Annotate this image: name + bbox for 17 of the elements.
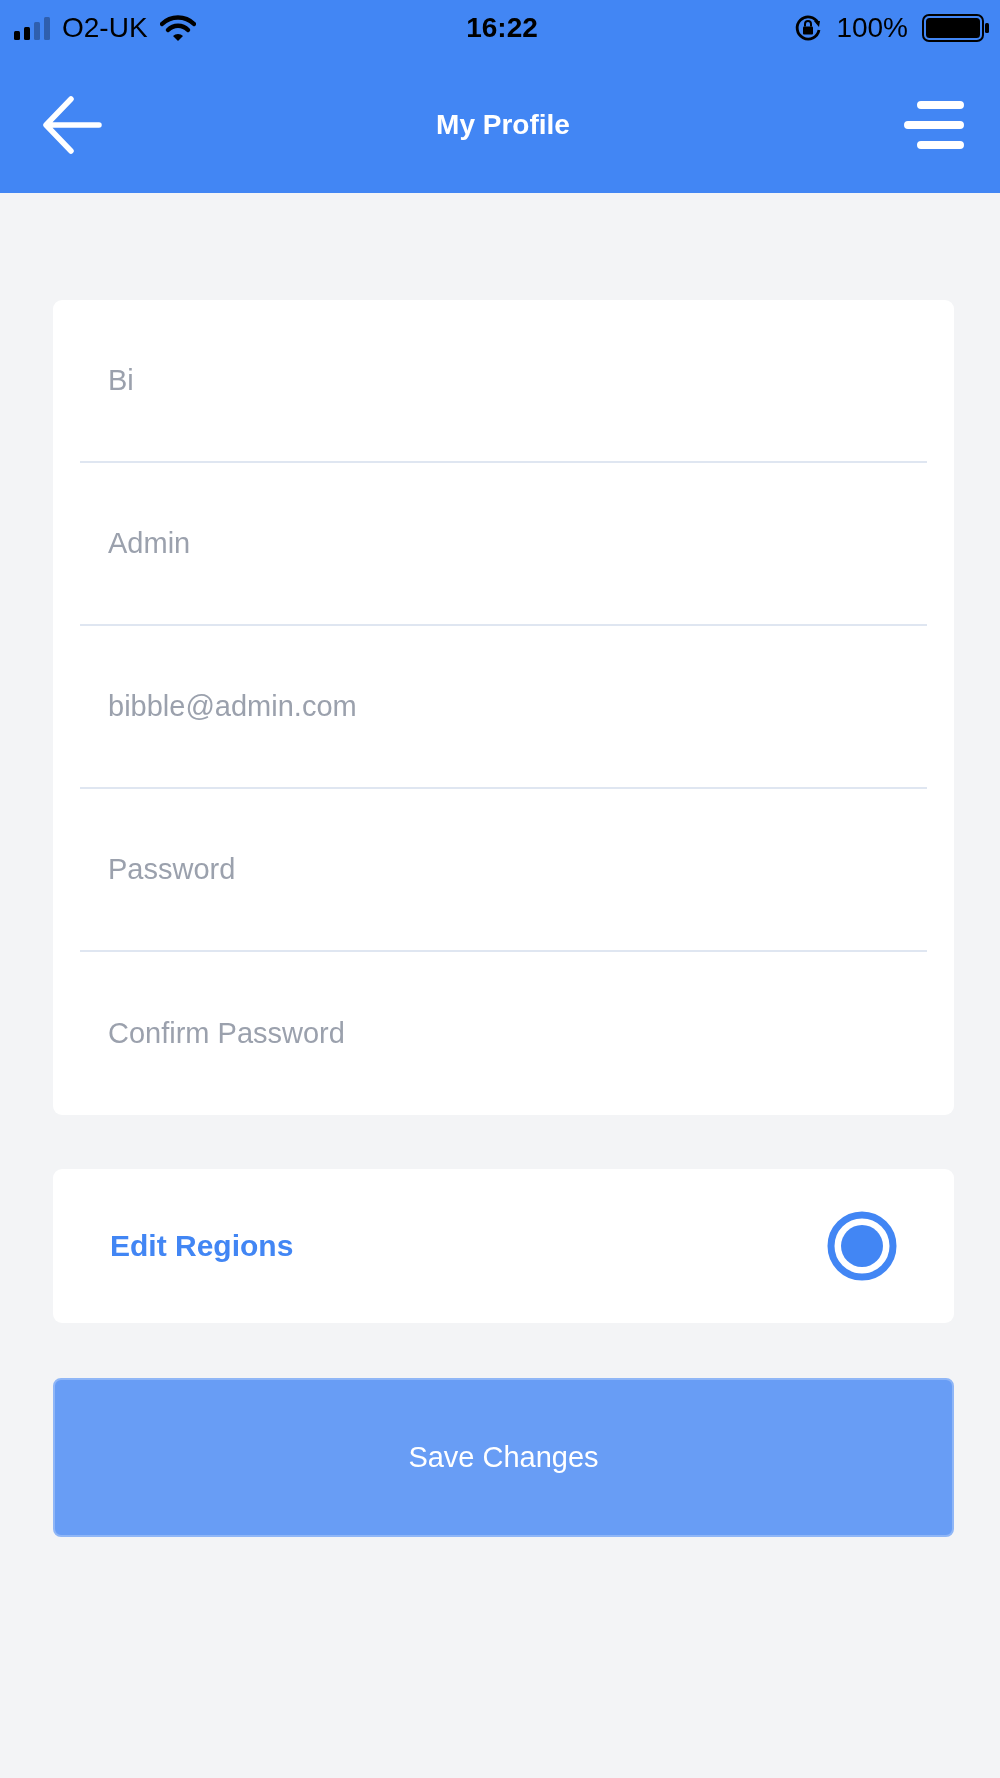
status-time: 16:22 — [466, 14, 538, 42]
edit-regions-label: Edit Regions — [110, 1229, 294, 1263]
wifi-icon — [159, 15, 196, 41]
input-field[interactable]: Confirm Password — [80, 952, 927, 1115]
input-field[interactable]: Admin — [80, 463, 927, 626]
carrier-name: O2-UK — [62, 14, 148, 42]
battery-percent: 100% — [836, 14, 908, 42]
page-title: My Profile — [436, 108, 570, 141]
menu-icon[interactable] — [904, 100, 964, 149]
rotation-lock-icon — [794, 14, 823, 42]
battery-icon — [922, 14, 990, 42]
input-field[interactable]: bibble@admin.com — [80, 626, 927, 789]
input-field[interactable]: Password — [80, 789, 927, 952]
back-arrow-icon[interactable] — [42, 95, 102, 154]
radio-button[interactable] — [827, 1211, 897, 1281]
signal-icon — [14, 16, 50, 40]
input-field[interactable]: Bi — [80, 300, 927, 463]
